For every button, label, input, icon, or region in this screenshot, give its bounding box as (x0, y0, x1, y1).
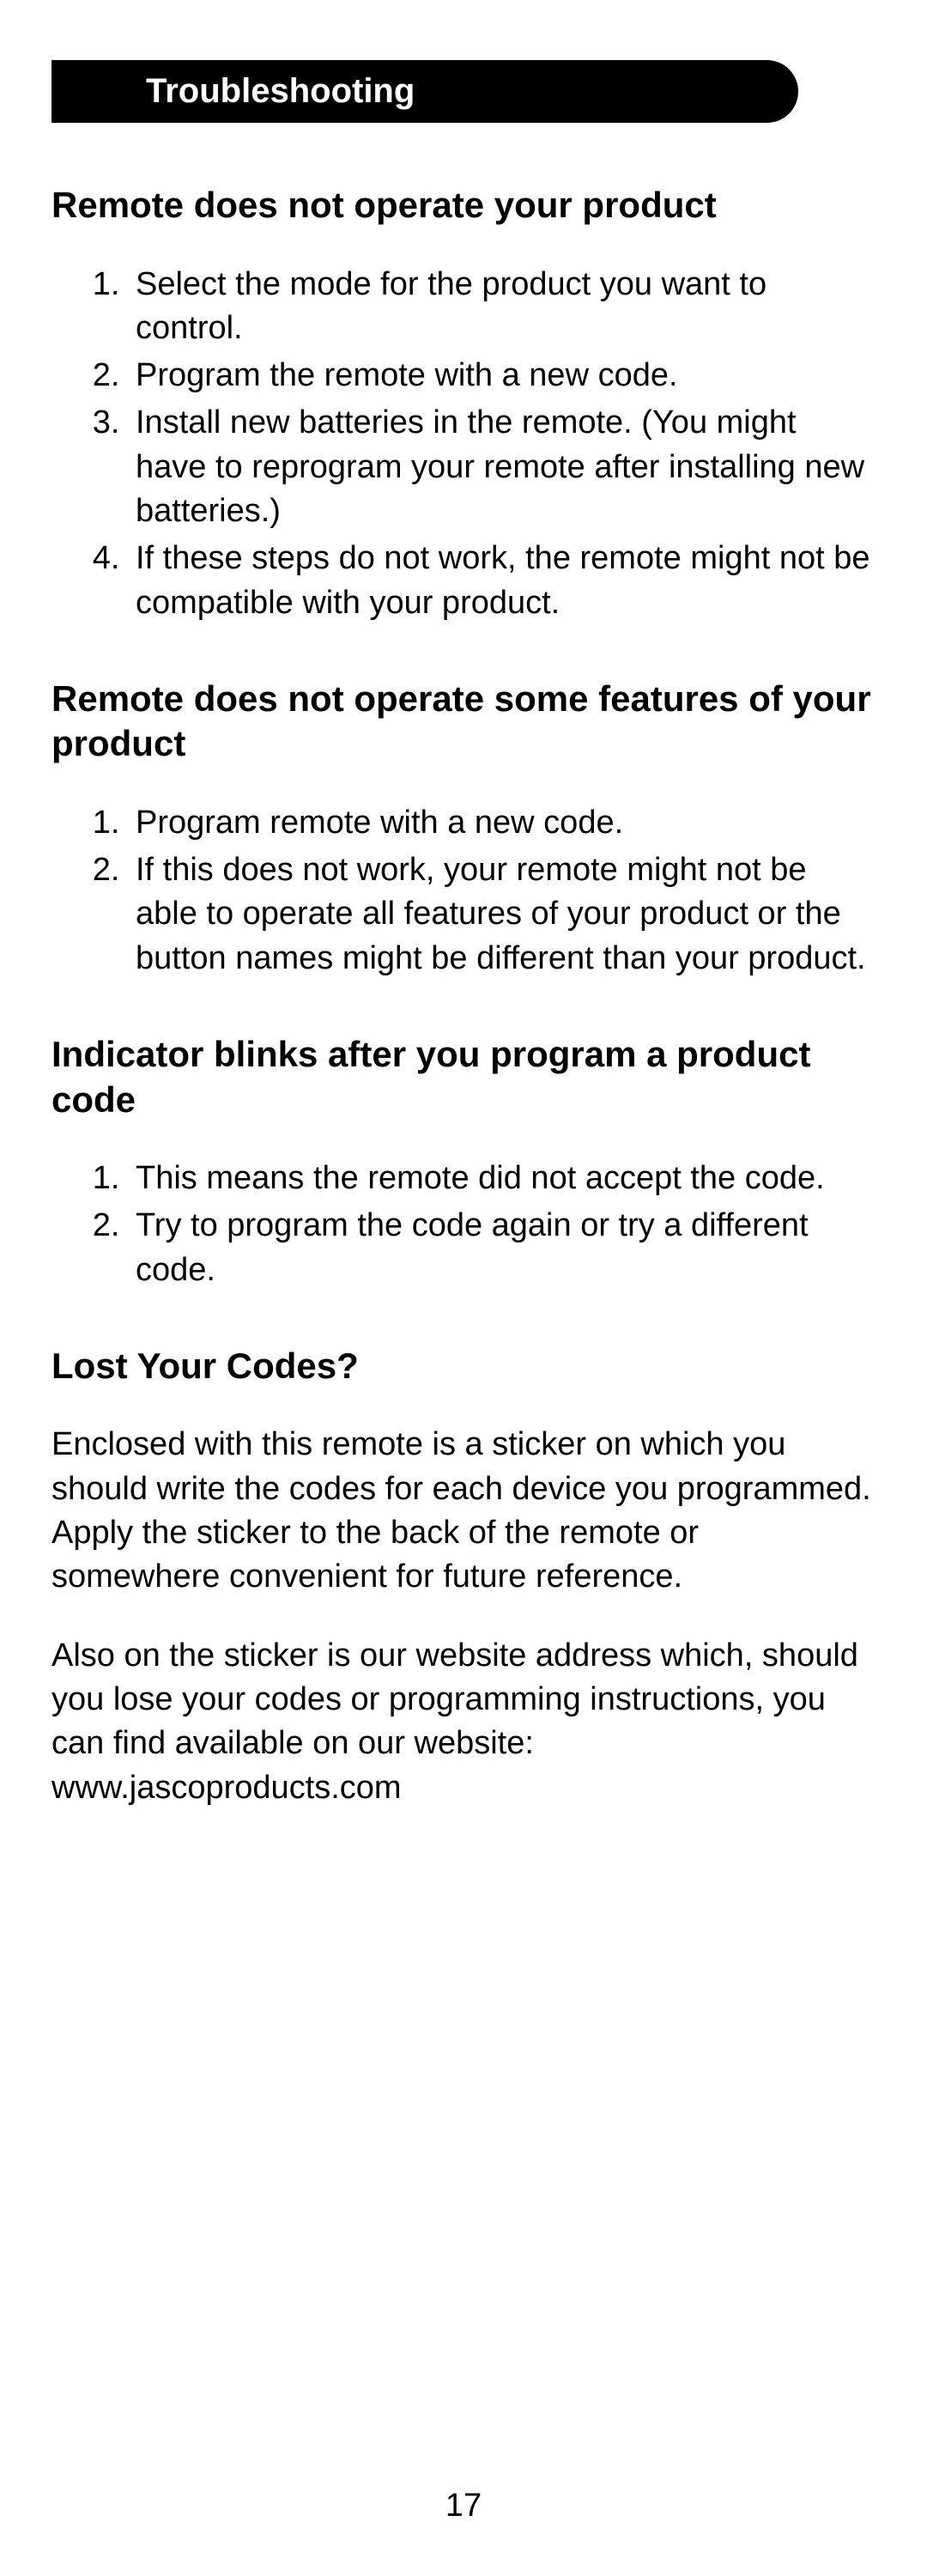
list-item: This means the remote did not accept the… (129, 1157, 876, 1200)
section2-list: Program remote with a new code. If this … (52, 801, 876, 981)
page-number: 17 (0, 2488, 927, 2524)
page-header-text: Troubleshooting (146, 72, 415, 110)
section4-para2: Also on the sticker is our website addre… (52, 1634, 876, 1810)
list-item: Program remote with a new code. (129, 801, 876, 845)
section-heading-2: Remote does not operate some features of… (52, 677, 876, 767)
list-item: If these steps do not work, the remote m… (129, 537, 876, 625)
section-heading-3: Indicator blinks after you program a pro… (52, 1032, 876, 1122)
section3-list: This means the remote did not accept the… (52, 1157, 876, 1292)
section-heading-4: Lost Your Codes? (52, 1344, 876, 1389)
list-item: Select the mode for the product you want… (129, 263, 876, 351)
list-item: Program the remote with a new code. (129, 354, 876, 398)
section-heading-1: Remote does not operate your product (52, 183, 876, 228)
list-item: Try to program the code again or try a d… (129, 1204, 876, 1292)
page-header: Troubleshooting (52, 60, 798, 123)
section4-para1: Enclosed with this remote is a sticker o… (52, 1423, 876, 1599)
list-item: Install new batteries in the remote. (Yo… (129, 401, 876, 533)
list-item: If this does not work, your remote might… (129, 848, 876, 981)
page-container: Troubleshooting Remote does not operate … (0, 0, 927, 1810)
section1-list: Select the mode for the product you want… (52, 263, 876, 625)
